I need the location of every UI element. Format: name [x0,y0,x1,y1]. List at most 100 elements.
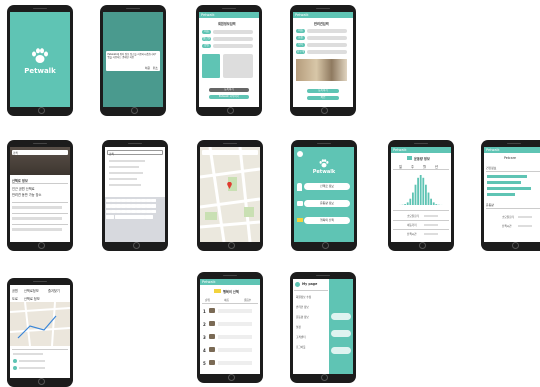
route-item-label [19,360,45,362]
distance-label: 이동거리 [407,224,417,227]
avatar[interactable] [297,151,303,157]
start-button[interactable]: Petwalk 시작하기 [209,95,249,99]
pet-register-button[interactable]: 등록하기 [307,89,339,93]
divider [486,171,540,172]
tab-route-info[interactable]: 산책로정보 [24,288,39,293]
key [121,209,126,214]
rank-row[interactable] [218,322,252,326]
pet-confirm-button[interactable]: 확인 [307,96,339,100]
tab-park[interactable]: 공원 [12,288,18,293]
time-value [424,233,438,235]
gender-input[interactable] [213,44,253,48]
paw-icon [319,159,329,168]
result-line-2: 인근 공원 산책로 [12,187,35,191]
search-input[interactable]: 검색 [12,150,68,155]
menu-exercise-info[interactable]: 운동량 정보 [296,315,309,319]
register-button[interactable]: 등록하기 [209,88,249,92]
col-steps: 걸음수 [244,299,252,302]
activity-histogram [399,175,443,205]
result-row[interactable] [12,217,62,220]
key [145,215,154,219]
location-pin-icon[interactable] [227,182,232,189]
pet-weight-label: 몸무게 [296,50,305,54]
search-keyboard-screen: 검색 [105,147,165,242]
splash-screen: Petwalk [10,12,70,107]
divider [12,349,68,350]
search-input[interactable]: 검색 [107,150,163,156]
key [131,198,136,203]
photo-box[interactable] [223,54,253,78]
member-info-screen: Petwalk 회원정보입력 이름 생년월일 성별 등록하기 Petwalk 시… [199,12,259,107]
ranking-title: 행복의 산책 [223,290,239,294]
phone-ranking: Petwalk 행복의 산책 순위 이름 걸음수 1 2 3 4 5 [197,272,263,383]
result-row[interactable] [12,206,62,209]
name-input[interactable] [213,30,253,34]
overlay-button [331,347,351,354]
pet-age-input[interactable] [307,43,347,47]
menu-settings[interactable]: 설정 [296,325,301,329]
map-search-input[interactable] [202,150,258,155]
pet-breed-input[interactable] [307,36,347,40]
pet-weight-input[interactable] [307,50,347,54]
menu-walk-path[interactable]: 산책로 정보 [304,183,350,190]
key-row [106,198,164,204]
rank-row[interactable] [218,335,252,339]
map-screen [200,147,260,242]
menu-pet-info[interactable]: 반려견 정보 [296,305,309,309]
rank-row[interactable] [218,361,252,365]
health-bar [487,193,515,196]
allow-button[interactable]: 허용 [145,66,150,70]
route-map[interactable] [10,302,70,346]
menu-logout[interactable]: 로그아웃 [296,345,306,349]
birth-input[interactable] [213,37,253,41]
map-view[interactable] [200,147,260,242]
calorie-label: 소모칼로리 [407,215,419,218]
subtab-road[interactable]: 도로 [12,296,18,301]
menu-support[interactable]: 고객센터 [296,335,306,339]
permission-screen: Petwalk에 위치 정보 접근을 허용하시겠습니까? 앱을 사용하는 중에만… [103,12,163,107]
dog-icon [407,156,412,160]
key [116,204,121,208]
key [141,209,146,214]
rank-row[interactable] [218,309,252,313]
key [146,198,151,203]
rank-row[interactable] [218,348,252,352]
menu-happy-walk[interactable]: 행복의 산책 [304,217,350,224]
key [136,209,141,214]
splash-title: Petwalk [24,67,56,75]
subtab-route[interactable]: 산책로 정보 [24,296,40,301]
keyboard[interactable] [105,197,165,242]
avatar[interactable] [295,282,300,287]
phone-exercise-info: Petwalk 운동량 정보 일 주 월 년 소모칼로리 이동거리 산책시간 [388,140,454,251]
histogram-bar [422,177,425,205]
route-item[interactable] [13,359,17,363]
time-value [518,225,532,227]
menu-exercise[interactable]: 운동량 정보 [304,200,350,207]
route-item[interactable] [13,366,17,370]
cancel-button[interactable]: 취소 [153,66,158,70]
tab-favorites[interactable]: 즐겨찾기 [48,288,60,293]
histogram-bar [404,204,406,205]
rank-4: 4 [203,348,206,353]
phone-main-menu: Petwalk 산책로 정보 운동량 정보 행복의 산책 [291,140,357,251]
key [126,198,131,203]
key [131,204,136,208]
suggestion[interactable] [109,184,141,186]
histogram-bar [412,192,414,205]
form-title: 반려견입력 [314,22,329,26]
pet-thumb [209,321,215,326]
col-name: 이름 [224,299,229,302]
key [106,215,115,219]
suggestion[interactable] [109,172,143,174]
suggestion[interactable] [109,160,145,162]
menu-edit-profile[interactable]: 회원정보 수정 [296,295,311,299]
histogram-bar [419,175,422,205]
divider [393,229,449,230]
pet-name-input[interactable] [307,29,347,33]
suggestion[interactable] [109,178,137,180]
divider [12,202,68,203]
suggestion[interactable] [109,166,139,168]
distance-value [424,224,438,226]
result-row[interactable] [12,228,62,231]
drawer-panel: My page 회원정보 수정 반려견 정보 운동량 정보 설정 고객센터 로그… [293,279,329,374]
